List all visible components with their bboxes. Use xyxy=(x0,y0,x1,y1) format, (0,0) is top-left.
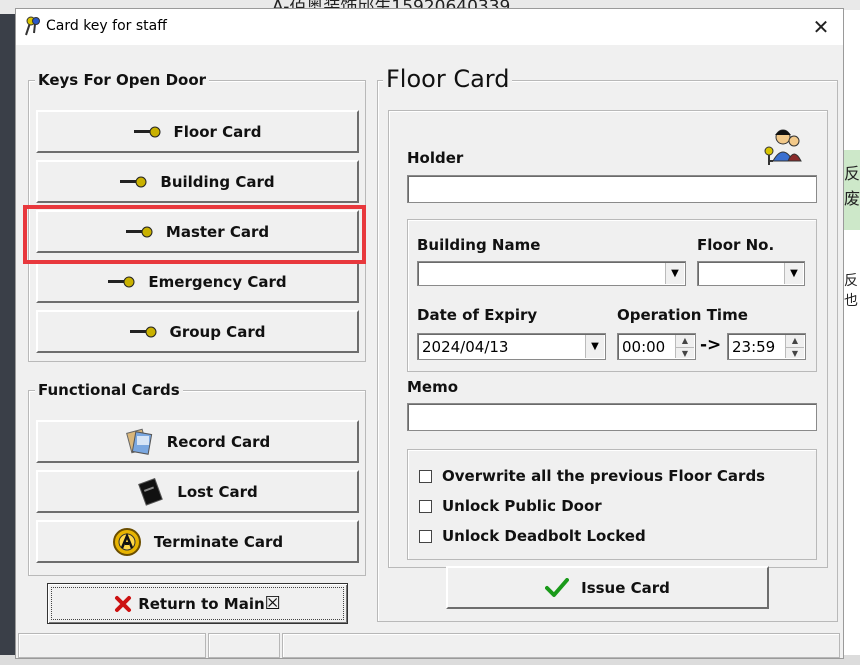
key-icon xyxy=(133,125,162,139)
building-card-label: Building Card xyxy=(160,172,275,191)
return-to-main-button[interactable]: Return to Main ☒ xyxy=(47,583,348,624)
record-card-button[interactable]: Record Card xyxy=(36,420,359,463)
red-x-icon xyxy=(114,595,132,613)
spin-up-icon[interactable]: ▲ xyxy=(676,335,694,348)
chevron-down-icon[interactable]: ▼ xyxy=(784,263,803,284)
issue-card-label: Issue Card xyxy=(581,578,670,597)
issue-card-button[interactable]: Issue Card xyxy=(446,566,769,609)
card-key-window: Card key for staff ✕ Keys For Open Door … xyxy=(15,8,844,659)
unlock-public-door-checkbox[interactable]: Unlock Public Door xyxy=(419,497,602,515)
people-key-icon xyxy=(761,127,805,171)
key-icon xyxy=(108,275,136,289)
unlock-deadbolt-label: Unlock Deadbolt Locked xyxy=(442,527,646,545)
time-from-value: 00:00 xyxy=(622,337,666,356)
arrow-right-icon: -> xyxy=(700,335,722,355)
time-from-stepper[interactable]: ▲ ▼ xyxy=(675,335,694,358)
master-card-highlight xyxy=(23,205,366,264)
operation-time-label: Operation Time xyxy=(617,306,748,324)
memo-input[interactable] xyxy=(407,403,817,431)
terminate-card-button[interactable]: Terminate Card xyxy=(36,520,359,563)
checkbox-box[interactable] xyxy=(419,469,432,483)
overwrite-label: Overwrite all the previous Floor Cards xyxy=(442,467,766,485)
key-icon xyxy=(120,175,148,189)
floor-card-label: Floor Card xyxy=(173,122,262,141)
holder-input[interactable] xyxy=(407,175,817,203)
expiry-label: Date of Expiry xyxy=(417,306,538,324)
black-card-icon xyxy=(137,477,165,506)
floor-no-select[interactable]: ▼ xyxy=(697,261,805,286)
time-to-input[interactable]: 23:59 ▲ ▼ xyxy=(727,333,806,360)
spin-up-icon[interactable]: ▲ xyxy=(786,335,804,348)
chevron-down-icon[interactable]: ▼ xyxy=(665,263,684,284)
status-pane xyxy=(18,633,206,658)
background-text: 反 xyxy=(844,164,860,183)
checkbox-box[interactable] xyxy=(419,529,432,543)
holder-label: Holder xyxy=(407,149,464,167)
memo-label: Memo xyxy=(407,378,459,396)
terminate-card-label: Terminate Card xyxy=(153,532,284,551)
status-pane xyxy=(282,633,840,658)
unlock-public-door-label: Unlock Public Door xyxy=(442,497,602,515)
group-card-button[interactable]: Group Card xyxy=(36,310,359,353)
checkbox-box[interactable] xyxy=(419,499,432,513)
emergency-card-label: Emergency Card xyxy=(148,272,287,291)
spin-down-icon[interactable]: ▼ xyxy=(786,348,804,360)
return-shortcut-glyph: ☒ xyxy=(264,593,281,614)
background-text: 废 xyxy=(844,189,860,208)
keys-group-title: Keys For Open Door xyxy=(35,71,210,89)
lost-card-button[interactable]: Lost Card xyxy=(36,470,359,513)
window-title: Card key for staff xyxy=(46,18,167,34)
building-name-select[interactable]: ▼ xyxy=(417,261,686,286)
return-to-main-label: Return to Main xyxy=(138,594,265,613)
background-text: 反也 xyxy=(844,273,858,309)
building-name-label: Building Name xyxy=(417,236,541,254)
unlock-deadbolt-checkbox[interactable]: Unlock Deadbolt Locked xyxy=(419,527,646,545)
floor-card-button[interactable]: Floor Card xyxy=(36,110,359,153)
building-card-button[interactable]: Building Card xyxy=(36,160,359,203)
background-right-strip: 反 废 反也 xyxy=(843,10,860,665)
chevron-down-icon[interactable]: ▼ xyxy=(585,335,604,358)
record-card-label: Record Card xyxy=(166,432,271,451)
terminate-icon xyxy=(112,527,142,557)
time-to-stepper[interactable]: ▲ ▼ xyxy=(785,335,804,358)
floor-card-panel-title: Floor Card xyxy=(383,65,513,93)
overwrite-checkbox[interactable]: Overwrite all the previous Floor Cards xyxy=(419,467,765,485)
floor-no-label: Floor No. xyxy=(697,236,775,254)
key-icon xyxy=(129,325,158,339)
group-card-label: Group Card xyxy=(169,322,266,341)
close-button[interactable]: ✕ xyxy=(799,9,843,45)
title-bar[interactable]: Card key for staff ✕ xyxy=(16,9,843,45)
time-from-input[interactable]: 00:00 ▲ ▼ xyxy=(617,333,696,360)
spin-down-icon[interactable]: ▼ xyxy=(676,348,694,360)
close-icon: ✕ xyxy=(812,15,830,39)
lost-card-label: Lost Card xyxy=(177,482,258,501)
status-pane xyxy=(208,633,280,658)
keys-app-icon xyxy=(22,15,42,41)
functional-group-title: Functional Cards xyxy=(35,381,183,399)
expiry-value: 2024/04/13 xyxy=(422,337,509,356)
checkmark-icon xyxy=(545,577,570,598)
time-to-value: 23:59 xyxy=(732,337,776,356)
cards-icon xyxy=(125,428,155,456)
expiry-date-picker[interactable]: 2024/04/13 ▼ xyxy=(417,333,606,360)
emergency-card-button[interactable]: Emergency Card xyxy=(36,260,359,303)
